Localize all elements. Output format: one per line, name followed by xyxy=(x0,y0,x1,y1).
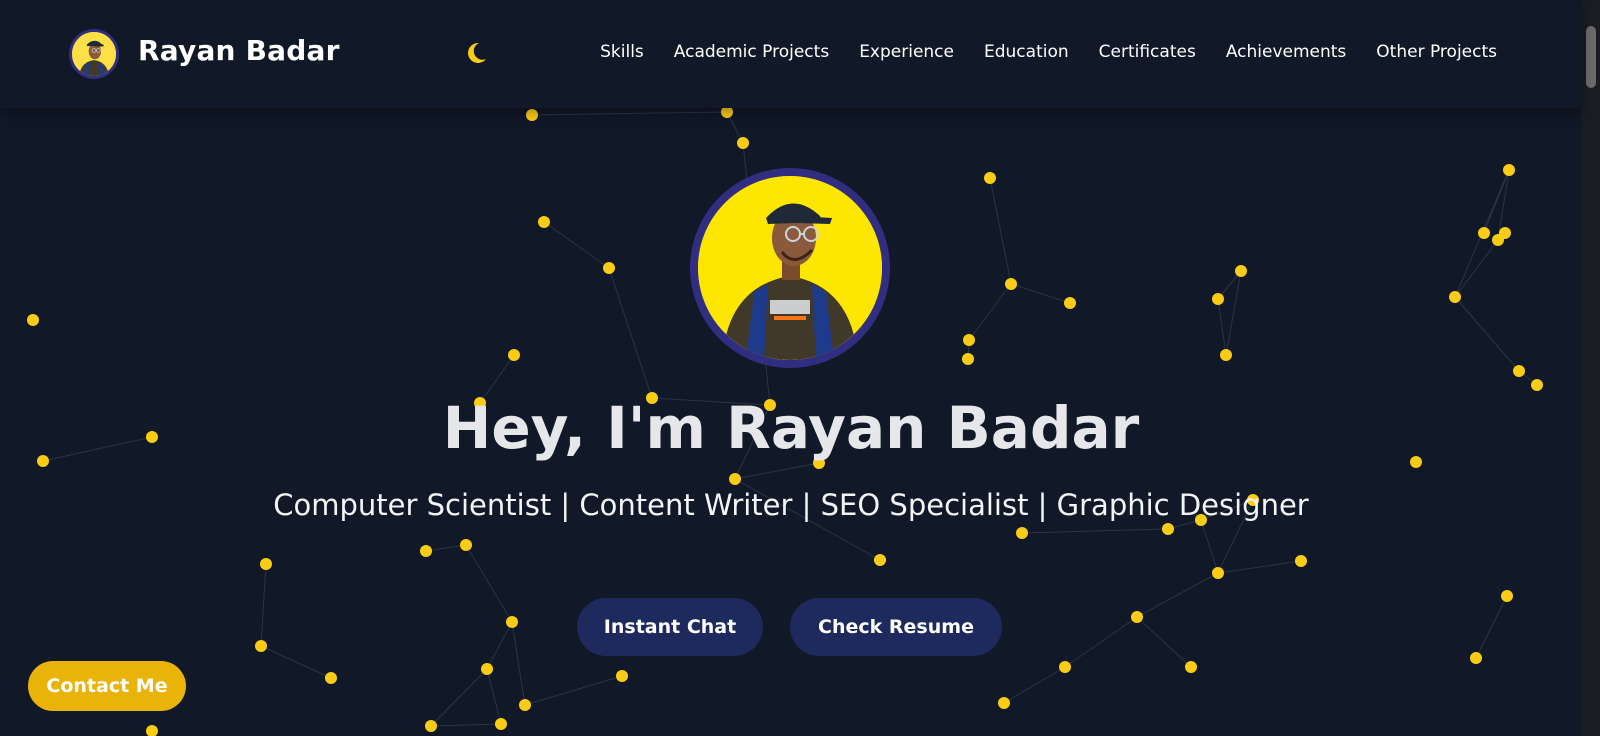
moon-icon[interactable] xyxy=(463,40,489,66)
nav-links: Skills Academic Projects Experience Educ… xyxy=(600,42,1497,62)
particle-dot xyxy=(1235,265,1247,277)
particle-link xyxy=(1010,283,1071,304)
particle-link xyxy=(486,668,502,725)
particle-link xyxy=(608,267,653,399)
brand-avatar[interactable] xyxy=(69,29,119,79)
particle-link xyxy=(543,221,610,269)
particle-dot xyxy=(963,334,975,346)
particle-link xyxy=(430,668,488,727)
particle-dot xyxy=(481,663,493,675)
hero-title: Hey, I'm Rayan Badar xyxy=(442,394,1140,462)
particle-link xyxy=(1475,595,1508,659)
nav-link-experience[interactable]: Experience xyxy=(859,42,954,62)
hero-subtitle: Computer Scientist | Content Writer | SE… xyxy=(273,488,1309,522)
scrollbar-thumb[interactable] xyxy=(1586,26,1596,88)
particle-dot xyxy=(508,349,520,361)
particle-link xyxy=(531,111,728,116)
particle-link xyxy=(734,462,820,480)
nav-link-achievements[interactable]: Achievements xyxy=(1226,42,1346,62)
particle-link xyxy=(1003,666,1066,704)
particle-dot xyxy=(146,725,158,736)
particle-link xyxy=(465,544,513,623)
particle-dot xyxy=(425,720,437,732)
check-resume-button[interactable]: Check Resume xyxy=(790,598,1002,656)
particle-link xyxy=(260,563,267,647)
particle-dot xyxy=(325,672,337,684)
particle-dot xyxy=(1531,379,1543,391)
particle-link xyxy=(1217,298,1227,356)
particle-dot xyxy=(984,172,996,184)
particle-link xyxy=(1064,616,1138,668)
nav-link-other-projects[interactable]: Other Projects xyxy=(1376,42,1497,62)
profile-photo-icon xyxy=(72,32,116,76)
particle-dot xyxy=(603,262,615,274)
particle-link xyxy=(486,621,513,670)
particle-link xyxy=(425,544,467,552)
particle-dot xyxy=(1016,527,1028,539)
particle-dot xyxy=(729,473,741,485)
particle-dot xyxy=(420,545,432,557)
nav-link-academic-projects[interactable]: Academic Projects xyxy=(674,42,829,62)
particle-dot xyxy=(998,697,1010,709)
particle-dot xyxy=(460,539,472,551)
particle-dot xyxy=(506,616,518,628)
particle-dot xyxy=(1212,293,1224,305)
particle-link xyxy=(968,283,1012,341)
particle-dot xyxy=(962,353,974,365)
particle-dot xyxy=(260,558,272,570)
particle-dot xyxy=(737,137,749,149)
hero-avatar xyxy=(690,168,890,368)
particle-dot xyxy=(519,699,531,711)
particle-dot xyxy=(1220,349,1232,361)
particle-link xyxy=(1217,560,1302,574)
particle-dot xyxy=(1503,164,1515,176)
particle-dot xyxy=(1005,278,1017,290)
particle-dot xyxy=(538,216,550,228)
particle-dot xyxy=(255,640,267,652)
particle-link xyxy=(430,723,502,727)
particle-dot xyxy=(1470,652,1482,664)
particle-link xyxy=(511,621,526,706)
particle-dot xyxy=(27,314,39,326)
particle-dot xyxy=(1478,227,1490,239)
particle-link xyxy=(1225,270,1242,356)
particle-dot xyxy=(1499,227,1511,239)
particle-link xyxy=(1136,572,1219,618)
profile-photo-icon xyxy=(698,176,882,360)
nav-link-education[interactable]: Education xyxy=(984,42,1069,62)
particle-dot xyxy=(1162,523,1174,535)
particle-link xyxy=(1200,519,1219,574)
particle-link xyxy=(260,645,332,679)
particle-dot xyxy=(1131,611,1143,623)
particle-dot xyxy=(1059,661,1071,673)
navbar: Rayan Badar Skills Academic Projects Exp… xyxy=(0,0,1582,108)
brand-name[interactable]: Rayan Badar xyxy=(138,34,340,67)
nav-link-skills[interactable]: Skills xyxy=(600,42,644,62)
particle-link xyxy=(524,675,623,706)
particle-link xyxy=(1454,239,1499,298)
particle-dot xyxy=(1185,661,1197,673)
contact-me-button[interactable]: Contact Me xyxy=(28,661,186,711)
particle-link xyxy=(989,177,1012,285)
particle-dot xyxy=(1449,291,1461,303)
particle-dot xyxy=(1212,567,1224,579)
particle-dot xyxy=(1295,555,1307,567)
particle-dot xyxy=(1513,365,1525,377)
particle-dot xyxy=(874,554,886,566)
nav-link-certificates[interactable]: Certificates xyxy=(1099,42,1196,62)
particle-dot xyxy=(1501,590,1513,602)
particle-dot xyxy=(495,718,507,730)
particle-link xyxy=(1136,616,1192,668)
particle-link xyxy=(1021,528,1169,534)
instant-chat-button[interactable]: Instant Chat xyxy=(577,598,763,656)
particle-link xyxy=(1454,296,1520,372)
particle-dot xyxy=(1064,297,1076,309)
scrollbar[interactable] xyxy=(1582,0,1600,736)
particle-dot xyxy=(526,109,538,121)
particle-dot xyxy=(616,670,628,682)
